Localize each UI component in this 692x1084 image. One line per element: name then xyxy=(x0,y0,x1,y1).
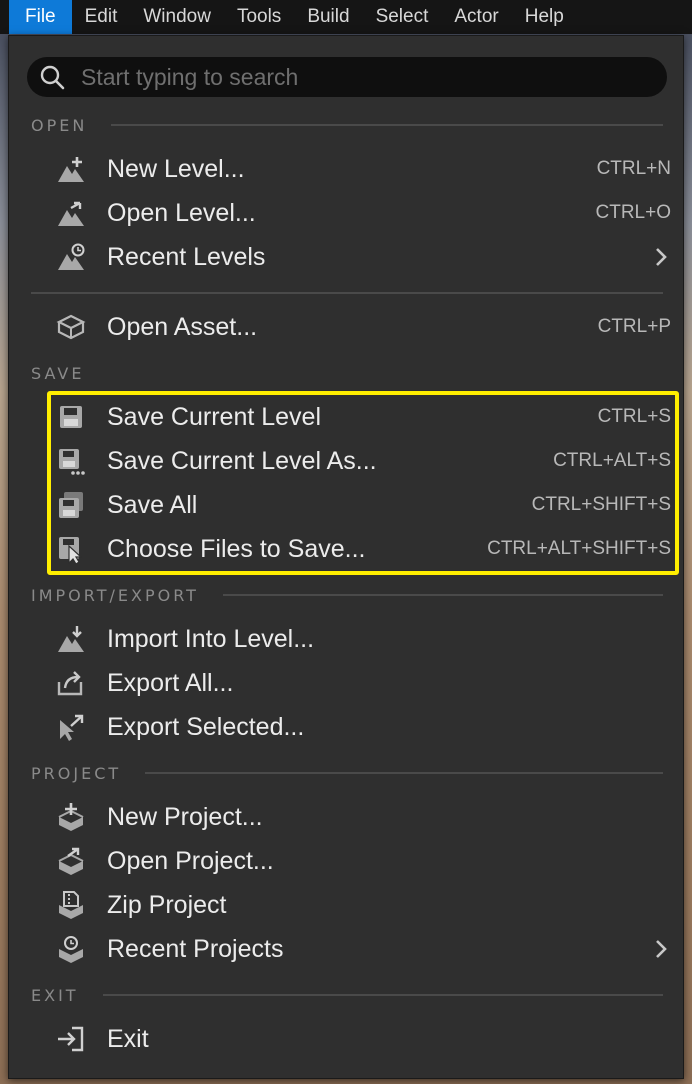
save-icon xyxy=(55,401,87,433)
menu-item-label: Zip Project xyxy=(107,890,227,919)
menu-item-label: Choose Files to Save... xyxy=(107,534,366,563)
section-divider xyxy=(102,994,663,996)
menu-help[interactable]: Help xyxy=(512,0,577,34)
import-icon xyxy=(55,623,87,655)
menu-item-label: Import Into Level... xyxy=(107,624,315,653)
section-title: EXIT xyxy=(31,985,79,1005)
file-menu-dropdown: OPEN New Level... CTRL+N Open Level... C… xyxy=(8,35,684,1079)
chevron-right-icon xyxy=(656,248,667,266)
export-all-icon xyxy=(55,667,87,699)
menu-item-label: Save Current Level xyxy=(107,402,322,431)
search-icon xyxy=(40,65,65,90)
menu-build[interactable]: Build xyxy=(294,0,362,34)
menu-file[interactable]: File xyxy=(9,0,72,34)
menu-item-new-project[interactable]: New Project... xyxy=(49,795,671,839)
zip-project-icon xyxy=(55,889,87,921)
menu-window[interactable]: Window xyxy=(130,0,224,34)
menu-item-label: Open Project... xyxy=(107,846,274,875)
open-project-icon xyxy=(55,845,87,877)
menu-item-export-all[interactable]: Export All... xyxy=(49,661,671,705)
section-import-export: IMPORT/EXPORT xyxy=(31,583,663,607)
menu-item-save-all[interactable]: Save All CTRL+SHIFT+S xyxy=(49,483,671,527)
menu-item-label: Exit xyxy=(107,1024,149,1053)
section-exit: EXIT xyxy=(31,983,663,1007)
menu-item-export-selected[interactable]: Export Selected... xyxy=(49,705,671,749)
section-title: PROJECT xyxy=(31,763,122,783)
menu-item-recent-levels[interactable]: Recent Levels xyxy=(49,235,671,279)
menu-item-label: Save Current Level As... xyxy=(107,446,377,475)
menu-item-exit[interactable]: Exit xyxy=(49,1017,671,1061)
open-level-icon xyxy=(55,197,87,229)
menu-item-label: Save All xyxy=(107,490,198,519)
open-asset-icon xyxy=(55,311,87,343)
menu-item-label: New Level... xyxy=(107,154,245,183)
section-divider xyxy=(145,772,663,774)
section-divider xyxy=(222,594,663,596)
menu-item-label: Open Asset... xyxy=(107,312,258,341)
menu-item-import-into-level[interactable]: Import Into Level... xyxy=(49,617,671,661)
recent-projects-icon xyxy=(55,933,87,965)
menu-item-new-level[interactable]: New Level... CTRL+N xyxy=(49,147,671,191)
menu-item-open-level[interactable]: Open Level... CTRL+O xyxy=(49,191,671,235)
section-title: IMPORT/EXPORT xyxy=(31,585,199,605)
menu-actor[interactable]: Actor xyxy=(441,0,511,34)
exit-icon xyxy=(55,1023,87,1055)
save-all-icon xyxy=(55,489,87,521)
menu-select[interactable]: Select xyxy=(363,0,442,34)
search-input[interactable] xyxy=(79,62,643,92)
menu-item-zip-project[interactable]: Zip Project xyxy=(49,883,671,927)
menu-item-open-project[interactable]: Open Project... xyxy=(49,839,671,883)
menu-bar: File Edit Window Tools Build Select Acto… xyxy=(0,0,692,34)
new-project-icon xyxy=(55,801,87,833)
shortcut-text: CTRL+S xyxy=(597,406,671,427)
menu-item-choose-files-to-save[interactable]: Choose Files to Save... CTRL+ALT+SHIFT+S xyxy=(49,527,671,571)
section-project: PROJECT xyxy=(31,761,663,785)
menu-item-recent-projects[interactable]: Recent Projects xyxy=(49,927,671,971)
shortcut-text: CTRL+ALT+SHIFT+S xyxy=(487,538,671,559)
section-title: SAVE xyxy=(31,363,85,383)
menu-item-label: Recent Projects xyxy=(107,934,284,963)
menu-item-label: Recent Levels xyxy=(107,242,266,271)
search-box[interactable] xyxy=(27,57,667,97)
shortcut-text: CTRL+P xyxy=(597,316,671,337)
choose-files-icon xyxy=(55,533,87,565)
menu-item-save-current-level[interactable]: Save Current Level CTRL+S xyxy=(49,395,671,439)
shortcut-text: CTRL+N xyxy=(596,158,671,179)
menu-item-label: Open Level... xyxy=(107,198,256,227)
section-title: OPEN xyxy=(31,115,88,135)
menu-item-open-asset[interactable]: Open Asset... CTRL+P xyxy=(49,305,671,349)
menu-item-label: Export All... xyxy=(107,668,234,697)
menu-item-label: Export Selected... xyxy=(107,712,305,741)
section-open: OPEN xyxy=(31,113,663,137)
new-level-icon xyxy=(55,153,87,185)
menu-divider xyxy=(31,292,663,294)
menu-item-label: New Project... xyxy=(107,802,263,831)
save-as-icon xyxy=(55,445,87,477)
shortcut-text: CTRL+ALT+S xyxy=(553,450,671,471)
section-save: SAVE xyxy=(31,361,663,385)
recent-levels-icon xyxy=(55,241,87,273)
export-selected-icon xyxy=(55,711,87,743)
chevron-right-icon xyxy=(656,940,667,958)
menu-item-save-current-level-as[interactable]: Save Current Level As... CTRL+ALT+S xyxy=(49,439,671,483)
menu-edit[interactable]: Edit xyxy=(72,0,131,34)
menu-tools[interactable]: Tools xyxy=(224,0,294,34)
section-divider xyxy=(111,124,663,126)
shortcut-text: CTRL+O xyxy=(595,202,672,223)
shortcut-text: CTRL+SHIFT+S xyxy=(531,494,671,515)
